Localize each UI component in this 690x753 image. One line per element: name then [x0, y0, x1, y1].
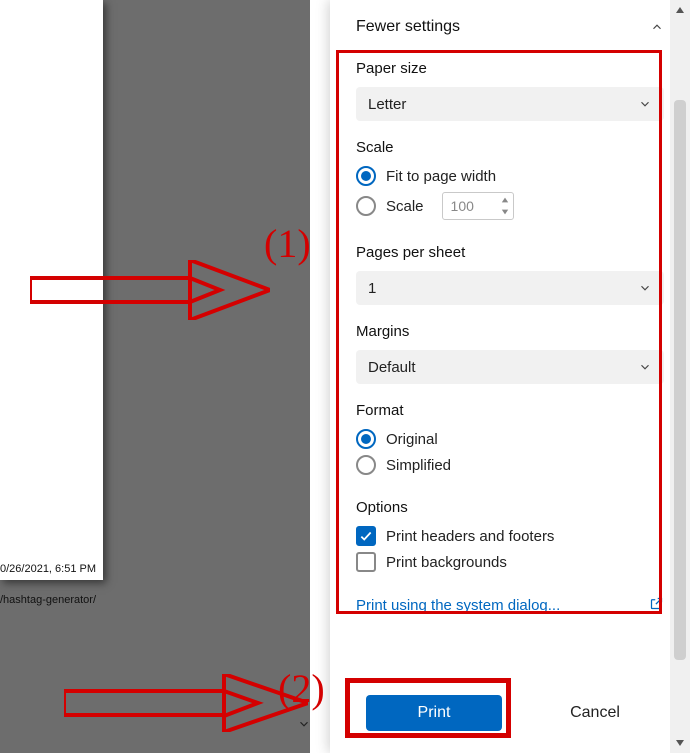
cancel-button[interactable]: Cancel	[530, 695, 660, 731]
simplified-radio[interactable]	[356, 455, 376, 475]
format-group: Format Original Simplified	[340, 388, 680, 485]
open-external-icon[interactable]	[649, 596, 664, 615]
scale-radio-row[interactable]: Scale 100	[356, 192, 664, 220]
pps-select[interactable]: 1	[356, 271, 664, 305]
headers-footers-label: Print headers and footers	[386, 528, 554, 545]
fit-radio-row[interactable]: Fit to page width	[356, 166, 664, 186]
fewer-settings-label: Fewer settings	[356, 18, 460, 36]
pps-label: Pages per sheet	[356, 244, 664, 261]
fit-label: Fit to page width	[386, 168, 496, 185]
panel-footer: Print Cancel	[340, 673, 670, 753]
panel-scrollbar[interactable]	[670, 0, 690, 753]
system-dialog-link[interactable]: Print using the system dialog...	[356, 597, 560, 614]
headers-footers-checkbox[interactable]	[356, 526, 376, 546]
options-label: Options	[356, 499, 664, 516]
pps-group: Pages per sheet 1	[340, 230, 680, 309]
margins-value: Default	[368, 359, 416, 376]
scale-input[interactable]: 100	[442, 192, 514, 220]
spin-up-icon[interactable]	[499, 195, 511, 205]
preview-footer-date: 0/26/2021, 6:51 PM	[0, 563, 100, 575]
original-radio-row[interactable]: Original	[356, 429, 664, 449]
backgrounds-label: Print backgrounds	[386, 554, 507, 571]
scale-radio-label: Scale	[386, 198, 424, 215]
format-label: Format	[356, 402, 664, 419]
simplified-radio-row[interactable]: Simplified	[356, 455, 664, 475]
pps-value: 1	[368, 280, 376, 297]
scroll-up-button[interactable]	[670, 0, 690, 20]
spin-down-icon[interactable]	[499, 207, 511, 217]
original-label: Original	[386, 431, 438, 448]
scale-label: Scale	[356, 139, 664, 156]
paper-size-group: Paper size Letter	[340, 46, 680, 125]
margins-group: Margins Default	[340, 309, 680, 388]
fewer-settings-toggle[interactable]: Fewer settings	[340, 0, 680, 46]
paper-size-label: Paper size	[356, 60, 664, 77]
scale-radio[interactable]	[356, 196, 376, 216]
chevron-down-icon	[638, 97, 652, 111]
print-settings-panel: Fewer settings Paper size Letter Scale F…	[330, 0, 690, 753]
panel-scroll-area: Fewer settings Paper size Letter Scale F…	[340, 0, 680, 693]
fit-radio[interactable]	[356, 166, 376, 186]
scale-group: Scale Fit to page width Scale 100	[340, 125, 680, 230]
print-preview-area: 0/26/2021, 6:51 PM /hashtag-generator/	[0, 0, 310, 753]
chevron-down-icon	[638, 360, 652, 374]
margins-select[interactable]: Default	[356, 350, 664, 384]
scroll-thumb[interactable]	[674, 100, 686, 660]
next-page-button[interactable]	[293, 713, 315, 735]
chevron-up-icon	[650, 20, 664, 34]
system-dialog-row: Print using the system dialog...	[340, 582, 680, 615]
margins-label: Margins	[356, 323, 664, 340]
page-preview: 0/26/2021, 6:51 PM	[0, 0, 103, 580]
scale-spinner[interactable]	[499, 195, 511, 217]
simplified-label: Simplified	[386, 457, 451, 474]
paper-size-value: Letter	[368, 96, 406, 113]
backgrounds-row[interactable]: Print backgrounds	[356, 552, 664, 572]
print-button[interactable]: Print	[366, 695, 502, 731]
backgrounds-checkbox[interactable]	[356, 552, 376, 572]
chevron-down-icon	[638, 281, 652, 295]
preview-footer-url: /hashtag-generator/	[0, 594, 96, 606]
scale-value: 100	[451, 198, 474, 214]
options-group: Options Print headers and footers Print …	[340, 485, 680, 582]
original-radio[interactable]	[356, 429, 376, 449]
paper-size-select[interactable]: Letter	[356, 87, 664, 121]
scroll-down-button[interactable]	[670, 733, 690, 753]
headers-footers-row[interactable]: Print headers and footers	[356, 526, 664, 546]
